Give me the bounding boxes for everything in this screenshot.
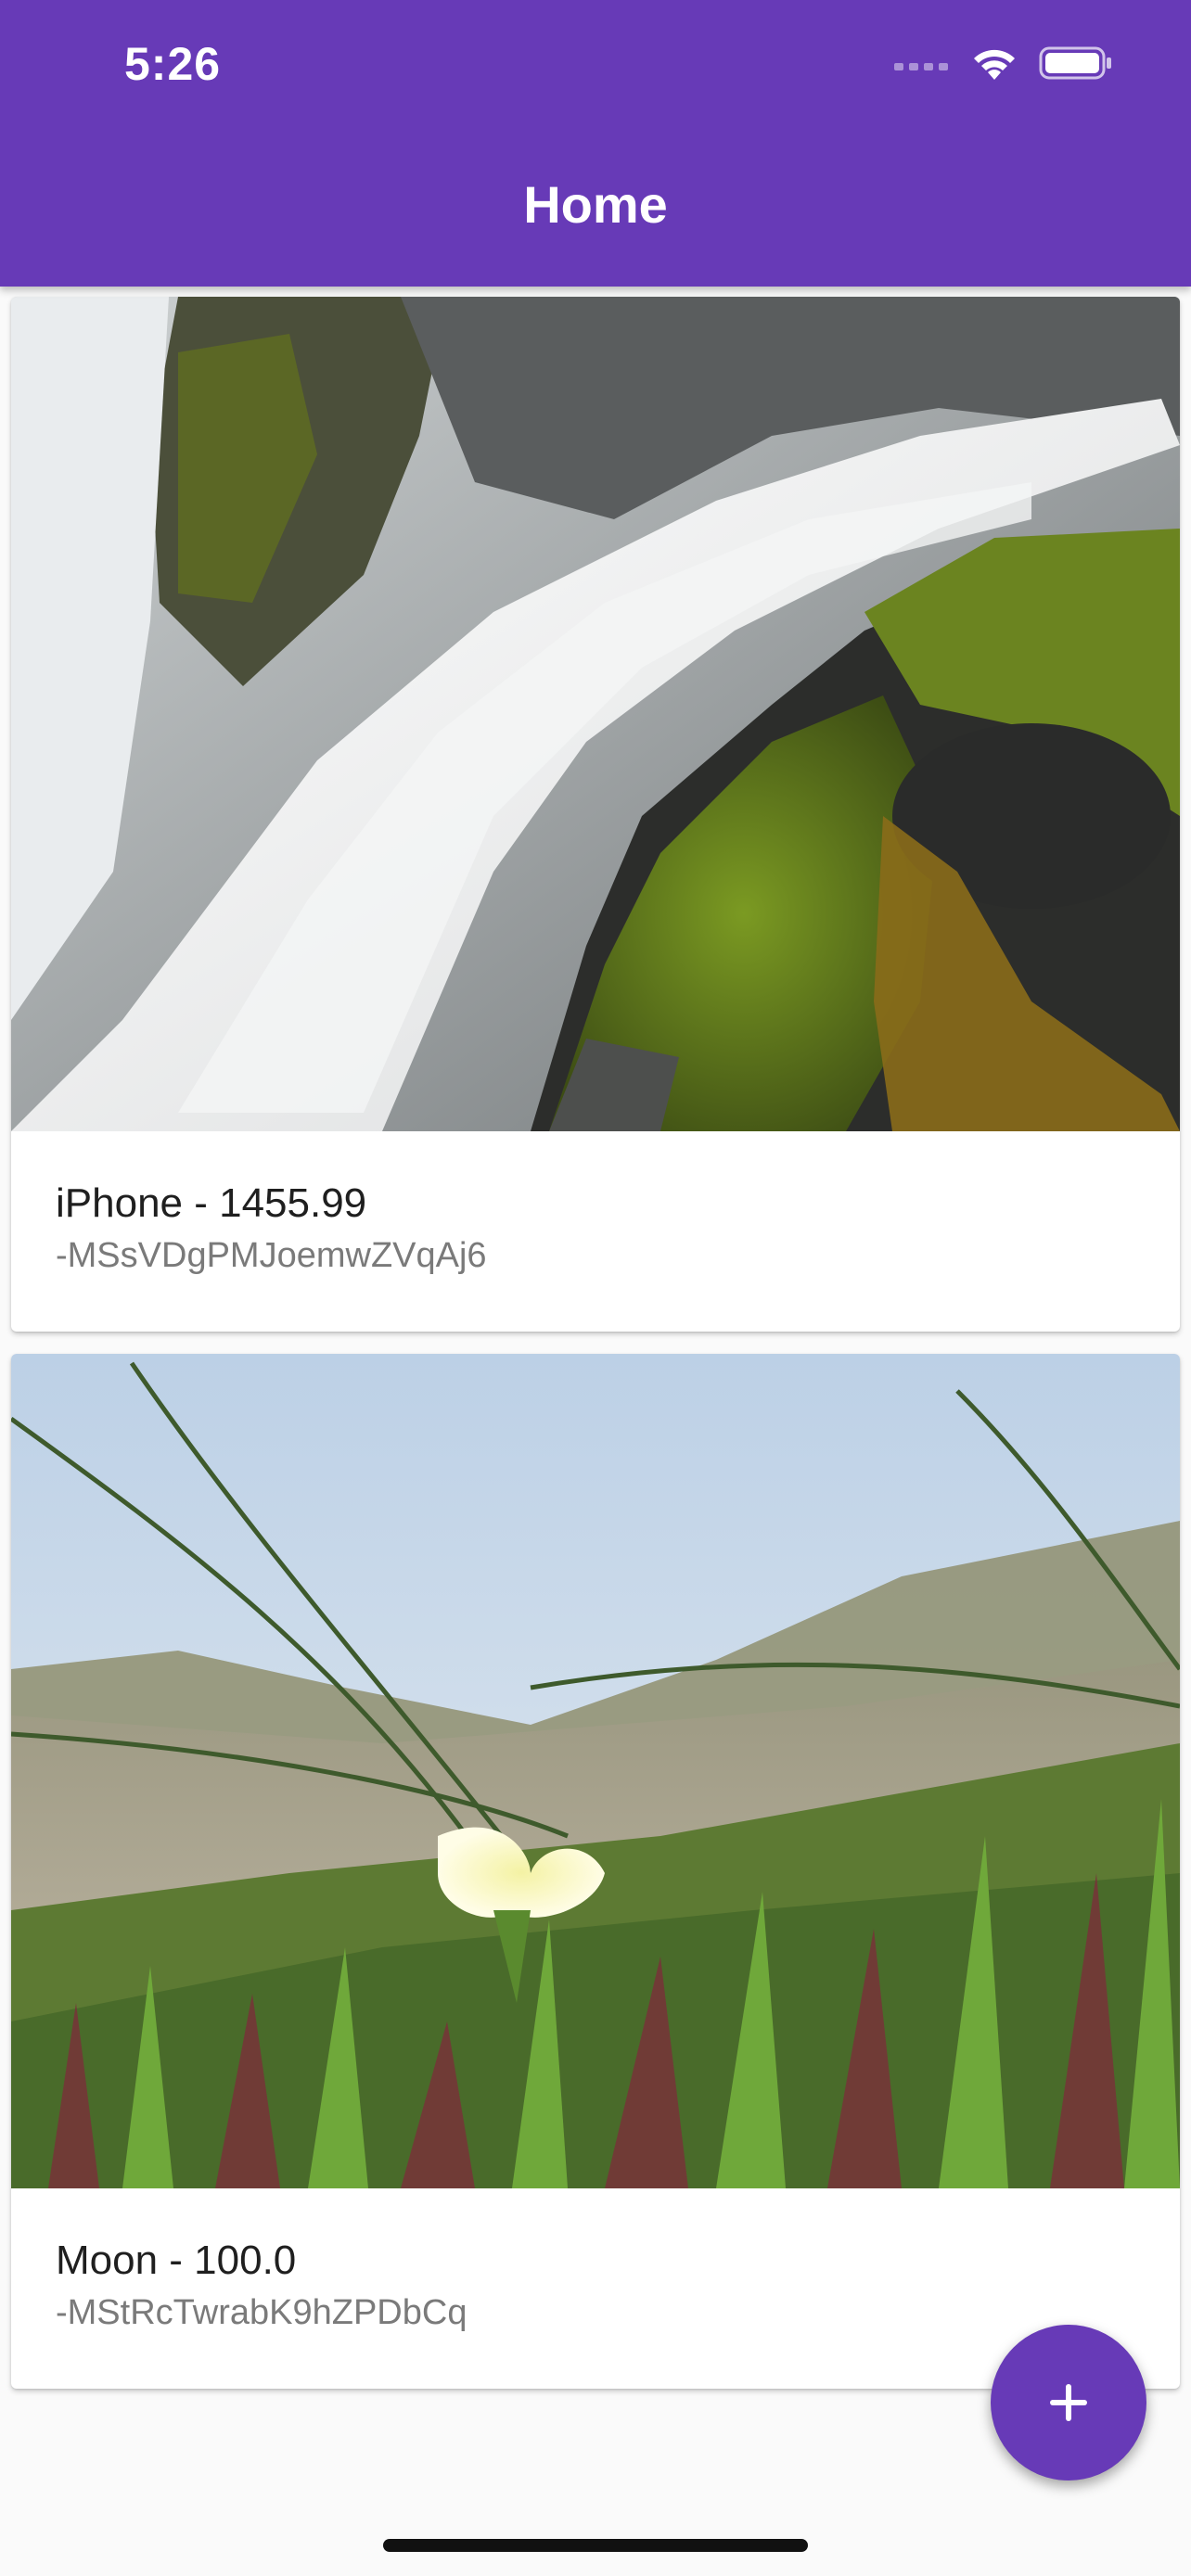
home-indicator[interactable] xyxy=(383,2539,808,2552)
status-icons xyxy=(894,45,1113,82)
battery-icon xyxy=(1039,46,1111,80)
product-image xyxy=(11,1354,1180,2188)
app-bar: 5:26 Home xyxy=(0,0,1191,287)
product-title: iPhone - 1455.99 xyxy=(56,1180,367,1226)
product-card[interactable]: iPhone - 1455.99 -MSsVDgPMJoemwZVqAj6 xyxy=(11,297,1180,1332)
product-card-body: iPhone - 1455.99 -MSsVDgPMJoemwZVqAj6 xyxy=(11,1131,1180,1332)
add-product-button[interactable] xyxy=(991,2325,1146,2480)
plus-icon xyxy=(1050,2384,1087,2421)
wifi-icon xyxy=(974,49,1015,80)
product-title: Moon - 100.0 xyxy=(56,2238,297,2283)
product-id: -MSsVDgPMJoemwZVqAj6 xyxy=(56,1235,487,1275)
status-time: 5:26 xyxy=(124,38,222,90)
product-image xyxy=(11,297,1180,1131)
page-title: Home xyxy=(523,175,668,234)
product-id: -MStRcTwrabK9hZPDbCq xyxy=(56,2292,467,2332)
product-list: iPhone - 1455.99 -MSsVDgPMJoemwZVqAj6 Mo… xyxy=(11,297,1180,2411)
product-card[interactable]: Moon - 100.0 -MStRcTwrabK9hZPDbCq xyxy=(11,1354,1180,2389)
cellular-signal-icon xyxy=(894,63,948,70)
